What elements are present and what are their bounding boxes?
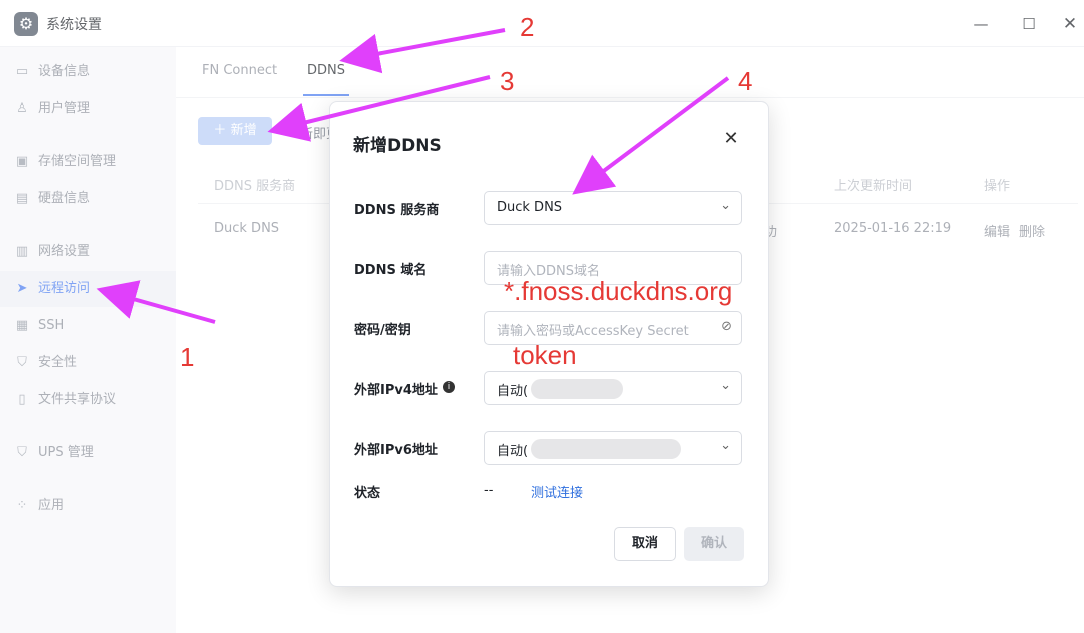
annotation-number-3: 3 (500, 66, 515, 96)
annotation-number-2: 2 (520, 12, 535, 42)
arrow-2 (339, 28, 506, 74)
annotation-arrows (96, 28, 730, 324)
annotation-number-4: 4 (738, 66, 753, 96)
annotation-number-1: 1 (180, 342, 195, 372)
annotation-token-hint: token (513, 340, 577, 370)
annotation-domain-hint: *.fnoss.duckdns.org (504, 276, 733, 306)
arrow-1 (96, 280, 216, 324)
arrow-4 (572, 76, 730, 195)
arrow-3 (267, 75, 491, 142)
